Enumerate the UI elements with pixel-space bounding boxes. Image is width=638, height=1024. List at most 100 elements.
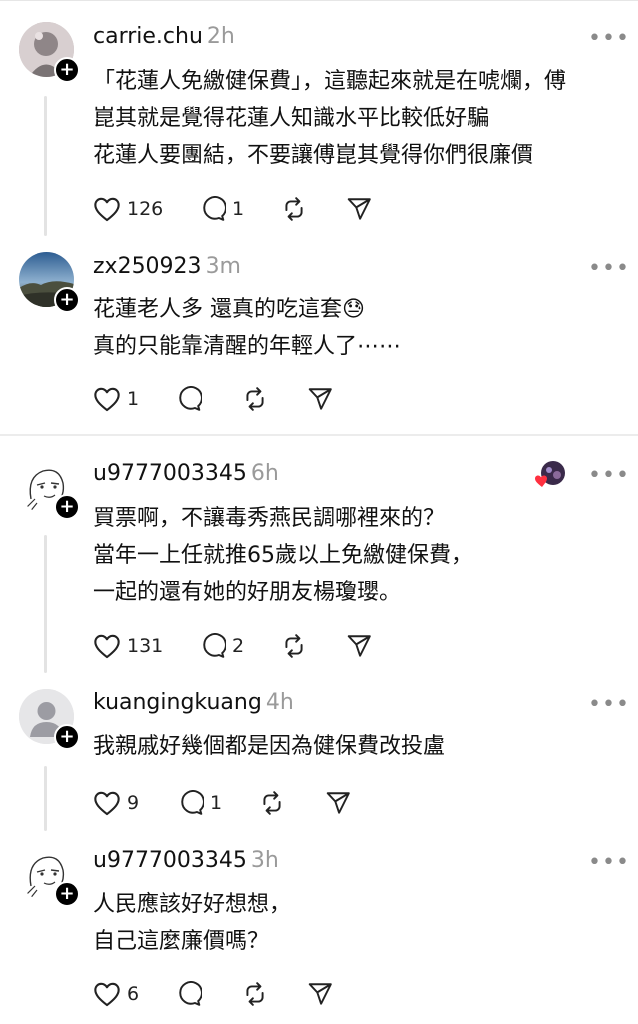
send-icon xyxy=(308,983,332,1005)
share-button[interactable] xyxy=(346,194,372,224)
comment-line: 一起的還有她的好朋友楊瓊瓔。 xyxy=(93,580,402,605)
send-icon xyxy=(347,198,371,220)
more-icon[interactable]: ••• xyxy=(588,26,630,51)
share-button[interactable] xyxy=(307,979,333,1009)
heart-icon xyxy=(94,387,120,412)
repost-button[interactable] xyxy=(242,384,268,414)
comment-icon xyxy=(181,790,204,815)
comment-icon xyxy=(203,633,226,658)
heart-icon xyxy=(94,197,120,222)
like-button[interactable]: 1 xyxy=(93,384,139,414)
repost-icon xyxy=(246,982,264,1006)
follow-plus-icon[interactable]: + xyxy=(54,881,80,907)
reply-count: 1 xyxy=(210,792,223,814)
repost-icon xyxy=(285,634,303,658)
like-count: 9 xyxy=(127,792,140,814)
more-icon[interactable]: ••• xyxy=(588,463,630,488)
thread-separator xyxy=(0,434,638,436)
username-row: u9777003345 3h xyxy=(93,848,279,873)
follow-plus-icon[interactable]: + xyxy=(54,724,80,750)
top-divider xyxy=(0,0,638,1)
follow-plus-icon[interactable]: + xyxy=(54,287,80,313)
timestamp: 4h xyxy=(265,690,294,715)
like-button[interactable]: 6 xyxy=(93,979,139,1009)
comment-line: 「花蓮人免繳健保費」，這聽起來就是在唬爛，傅 xyxy=(93,69,567,94)
repost-button[interactable] xyxy=(281,631,307,661)
username-row: u9777003345 6h xyxy=(93,461,279,486)
reply-button[interactable]: 1 xyxy=(178,788,222,818)
send-icon xyxy=(308,388,332,410)
comment-line: 花蓮老人多 還真的吃這套😓 xyxy=(93,297,365,322)
comment-line: 買票啊，不讓毒秀燕民調哪裡來的？ xyxy=(93,506,446,531)
share-button[interactable] xyxy=(307,384,333,414)
comment-body: 花蓮老人多 還真的吃這套😓 真的只能靠清醒的年輕人了⋯⋯ xyxy=(93,291,401,365)
username[interactable]: zx250923 xyxy=(93,254,202,279)
thread-line xyxy=(44,96,47,236)
comment-body: 「花蓮人免繳健保費」，這聽起來就是在唬爛，傅 崑其就是覺得花蓮人知識水平比較低好… xyxy=(93,63,566,174)
like-count: 126 xyxy=(127,198,164,220)
more-icon[interactable]: ••• xyxy=(588,692,630,717)
repost-icon xyxy=(263,791,281,815)
comment-line: 人民應該好好想想， xyxy=(93,892,292,917)
comment-line: 花蓮人要團結，不要讓傅崑其覺得你們很廉價 xyxy=(93,143,534,168)
repost-icon xyxy=(246,387,264,411)
comment-line: 我親戚好幾個都是因為健保費改投盧 xyxy=(93,734,446,759)
timestamp: 6h xyxy=(250,461,279,486)
comment-icon xyxy=(179,386,202,411)
repost-button[interactable] xyxy=(242,979,268,1009)
thread-line xyxy=(44,766,47,831)
send-icon xyxy=(326,792,350,814)
timestamp: 2h xyxy=(206,24,235,49)
username-row: carrie.chu 2h xyxy=(93,24,235,49)
comment-body: 人民應該好好想想， 自己這麼廉價嗎？ xyxy=(93,886,291,960)
like-count: 6 xyxy=(127,983,140,1005)
action-bar: 131 2 xyxy=(93,631,393,661)
timestamp: 3m xyxy=(205,254,241,279)
reply-count: 2 xyxy=(232,635,245,657)
comment-line: 自己這麼廉價嗎？ xyxy=(93,929,270,954)
username-row: kuangingkuang 4h xyxy=(93,690,294,715)
reply-button[interactable] xyxy=(176,979,208,1009)
comment-line: 崑其就是覺得花蓮人知識水平比較低好騙 xyxy=(93,106,490,131)
comment-body: 買票啊，不讓毒秀燕民調哪裡來的？ 當年一上任就推65歲以上免繳健保費， 一起的還… xyxy=(93,500,473,611)
like-count: 131 xyxy=(127,635,164,657)
more-icon[interactable]: ••• xyxy=(588,256,630,281)
username[interactable]: u9777003345 xyxy=(93,848,247,873)
comment-icon xyxy=(203,196,226,221)
heart-icon xyxy=(94,634,120,659)
action-bar: 6 xyxy=(93,979,393,1009)
comment-icon xyxy=(179,981,202,1006)
reply-count: 1 xyxy=(232,198,245,220)
like-button[interactable]: 131 xyxy=(93,631,163,661)
repost-icon xyxy=(285,197,303,221)
share-button[interactable] xyxy=(346,631,372,661)
like-count: 1 xyxy=(127,388,140,410)
action-bar: 9 1 xyxy=(93,788,393,818)
timestamp: 3h xyxy=(250,848,279,873)
follow-plus-icon[interactable]: + xyxy=(54,57,80,83)
more-icon[interactable]: ••• xyxy=(588,850,630,875)
action-bar: 126 1 xyxy=(93,194,393,224)
like-button[interactable]: 9 xyxy=(93,788,139,818)
reply-button[interactable] xyxy=(176,384,208,414)
username[interactable]: u9777003345 xyxy=(93,461,247,486)
username[interactable]: carrie.chu xyxy=(93,24,203,49)
heart-icon xyxy=(94,791,120,816)
repost-button[interactable] xyxy=(281,194,307,224)
comment-body: 我親戚好幾個都是因為健保費改投盧 xyxy=(93,728,445,765)
username[interactable]: kuangingkuang xyxy=(93,690,262,715)
send-icon xyxy=(347,635,371,657)
share-button[interactable] xyxy=(325,788,351,818)
like-button[interactable]: 126 xyxy=(93,194,163,224)
repost-button[interactable] xyxy=(259,788,285,818)
follow-plus-icon[interactable]: + xyxy=(54,494,80,520)
thread-line xyxy=(44,535,47,673)
heart-icon xyxy=(94,982,120,1007)
username-row: zx250923 3m xyxy=(93,254,241,279)
action-bar: 1 xyxy=(93,384,393,414)
comment-line: 真的只能靠清醒的年輕人了⋯⋯ xyxy=(93,334,402,359)
comment-line: 當年一上任就推65歲以上免繳健保費， xyxy=(93,543,473,568)
reply-button[interactable]: 2 xyxy=(200,631,244,661)
reaction-avatar-icon[interactable] xyxy=(535,460,567,490)
reply-button[interactable]: 1 xyxy=(200,194,244,224)
